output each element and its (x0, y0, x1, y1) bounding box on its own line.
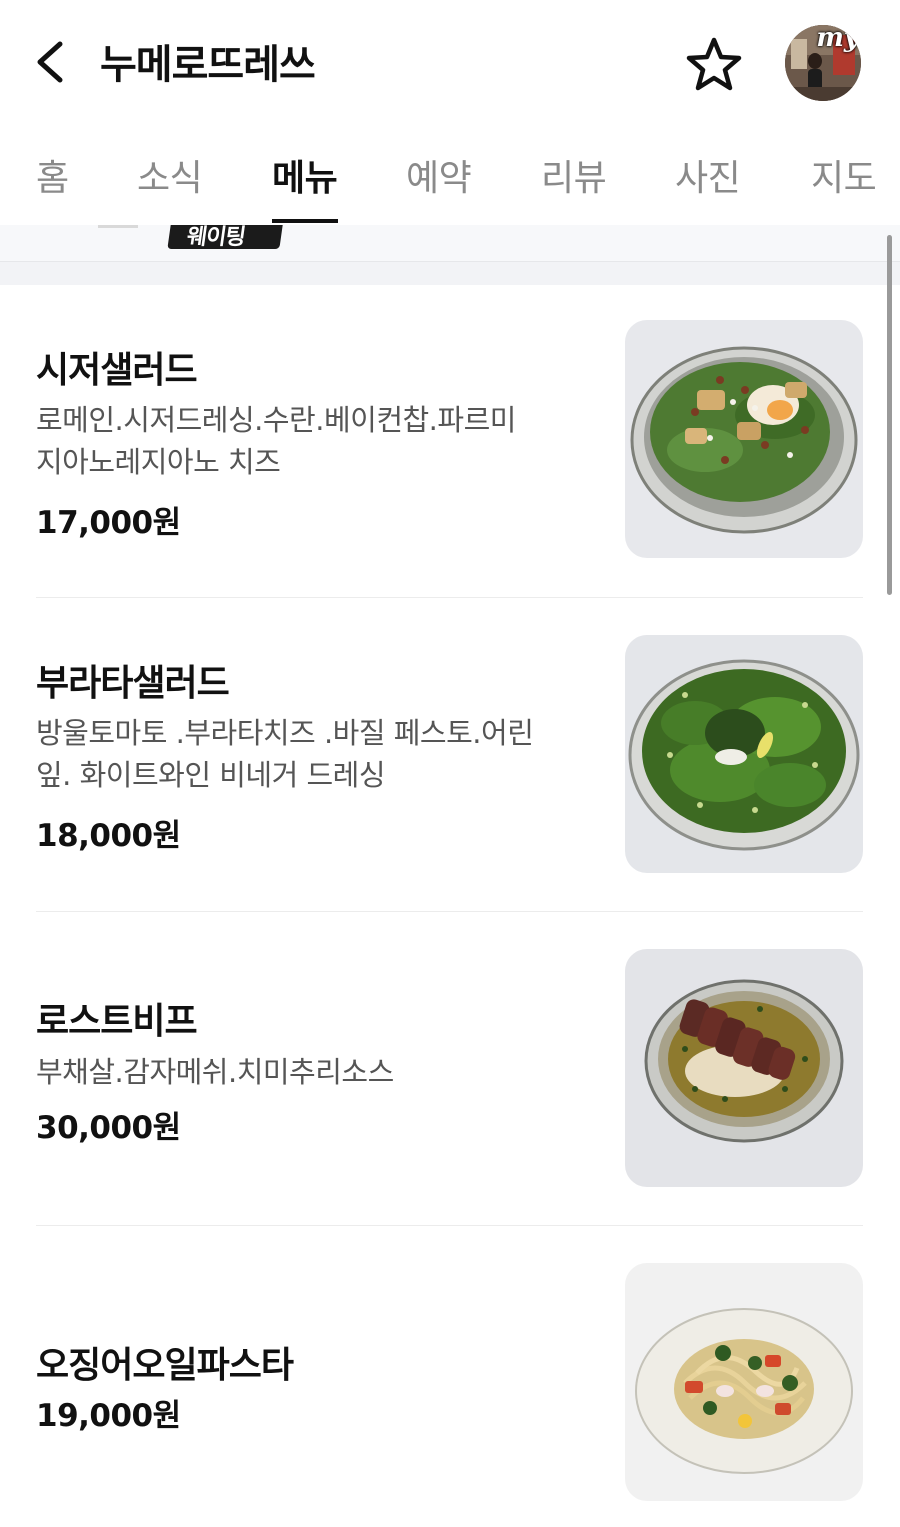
burrata-salad-image (625, 635, 863, 873)
menu-item-squid-oil-pasta[interactable]: 오징어오일파스타 19,000원 (0, 1226, 900, 1527)
menu-item-name: 오징어오일파스타 (36, 1345, 294, 1386)
banner-line (98, 225, 138, 228)
tab-home[interactable]: 홈 (36, 149, 69, 201)
tab-photos[interactable]: 사진 (675, 149, 741, 201)
menu-item-description: 로메인.시저드레싱.수란.베이컨찹.파르미 지아노레지아노 치즈 (36, 399, 596, 483)
caesar-salad-image (625, 320, 863, 558)
profile-avatar[interactable]: my (785, 25, 861, 101)
menu-item-price: 19,000원 (36, 1398, 181, 1434)
banner-badge: 웨이팅 (167, 225, 285, 250)
menu-item-caesar-salad[interactable]: 시저샐러드 로메인.시저드레싱.수란.베이컨찹.파르미 지아노레지아노 치즈 1… (0, 285, 900, 598)
menu-item-description-line: 잎. 화이트와인 비네거 드레싱 (36, 758, 386, 792)
promo-banner[interactable]: 웨이팅 (0, 225, 900, 262)
star-outline-icon (686, 37, 742, 91)
menu-item-description-line: 부채살.감자메쉬.치미추리소스 (36, 1055, 394, 1089)
top-app-bar: 누메로뜨레쓰 my (0, 0, 900, 125)
banner-badge-text: 웨이팅 (185, 225, 247, 250)
chevron-left-icon (37, 41, 63, 83)
menu-item-price: 18,000원 (36, 818, 181, 854)
menu-item-description-line: 지아노레지아노 치즈 (36, 445, 281, 479)
tab-menu[interactable]: 메뉴 (272, 149, 338, 201)
avatar-badge: my (816, 25, 859, 53)
favorite-button[interactable] (684, 36, 744, 92)
menu-item-price: 17,000원 (36, 505, 181, 541)
menu-item-price: 30,000원 (36, 1110, 181, 1146)
menu-item-photo (625, 320, 863, 558)
page-title: 누메로뜨레쓰 (100, 42, 316, 88)
promo-banner-strip: 웨이팅 (0, 225, 900, 285)
menu-item-description-line: 방울토마토 .부라타치즈 .바질 페스토.어린 (36, 716, 534, 750)
tab-map[interactable]: 지도 (811, 149, 877, 201)
tab-reviews[interactable]: 리뷰 (541, 149, 607, 201)
menu-item-description: 부채살.감자메쉬.치미추리소스 (36, 1051, 596, 1093)
squid-pasta-image (625, 1263, 863, 1501)
tab-reservation[interactable]: 예약 (406, 149, 472, 201)
menu-item-photo (625, 635, 863, 873)
vertical-scrollbar[interactable] (887, 235, 892, 595)
back-button[interactable] (28, 36, 72, 88)
menu-item-burrata-salad[interactable]: 부라타샐러드 방울토마토 .부라타치즈 .바질 페스토.어린 잎. 화이트와인 … (0, 598, 900, 912)
menu-item-photo (625, 1263, 863, 1501)
menu-item-name: 로스트비프 (36, 1001, 198, 1042)
menu-item-roast-beef[interactable]: 로스트비프 부채살.감자메쉬.치미추리소스 30,000원 (0, 912, 900, 1225)
menu-item-name: 부라타샐러드 (36, 663, 230, 704)
tab-news[interactable]: 소식 (137, 149, 203, 201)
menu-item-name: 시저샐러드 (36, 350, 198, 391)
active-tab-indicator (272, 219, 338, 223)
tab-bar: 홈 소식 메뉴 예약 리뷰 사진 지도 (0, 125, 900, 225)
roast-beef-image (625, 949, 863, 1187)
menu-item-description: 방울토마토 .부라타치즈 .바질 페스토.어린 잎. 화이트와인 비네거 드레싱 (36, 712, 596, 796)
menu-item-description-line: 로메인.시저드레싱.수란.베이컨찹.파르미 (36, 403, 516, 437)
menu-item-photo (625, 949, 863, 1187)
